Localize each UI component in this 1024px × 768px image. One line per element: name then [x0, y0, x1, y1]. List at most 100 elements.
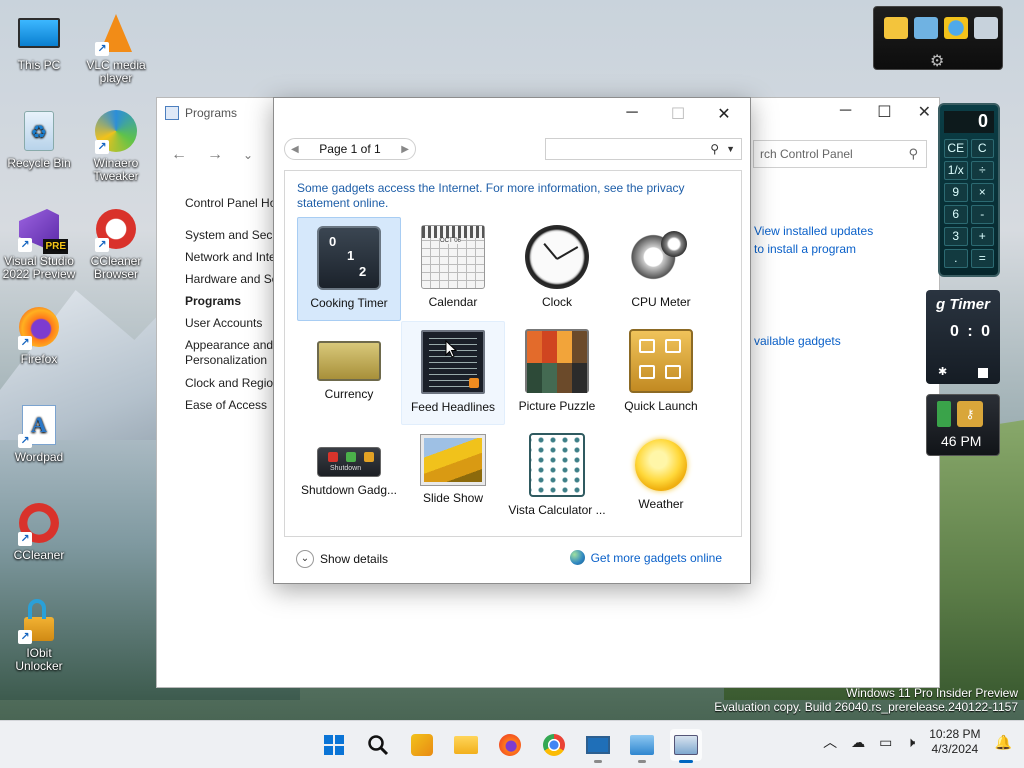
calc-key[interactable]: .: [944, 249, 968, 268]
calc-key[interactable]: -: [970, 205, 994, 224]
privacy-notice-link[interactable]: Some gadgets access the Internet. For mo…: [297, 181, 697, 211]
sidebar-item-ease-of-access[interactable]: Ease of Access: [185, 398, 281, 412]
calc-key[interactable]: 9: [944, 183, 968, 202]
gadget-label: Calendar: [428, 295, 478, 309]
green-key-icon[interactable]: [937, 401, 951, 427]
previous-page-button[interactable]: ◀: [291, 144, 299, 155]
calc-key[interactable]: 6: [944, 205, 968, 224]
taskbar-app-firefox[interactable]: [494, 729, 526, 761]
taskbar-app-gadgets[interactable]: [670, 729, 702, 763]
monitor-icon: [16, 10, 62, 56]
get-more-gadgets-link[interactable]: Get more gadgets online: [569, 550, 722, 565]
taskbar-app-file-explorer[interactable]: [450, 729, 482, 761]
calc-key[interactable]: =: [970, 249, 994, 268]
search-button[interactable]: [362, 729, 394, 761]
key-icon[interactable]: ⚷: [957, 401, 983, 427]
taskbar-app-preview[interactable]: [406, 729, 438, 761]
sidebar-item-clock-region[interactable]: Clock and Region: [185, 376, 281, 390]
sidebar-item-user-accounts[interactable]: User Accounts: [185, 316, 281, 330]
search-icon[interactable]: ⚲: [710, 142, 719, 156]
sidebar-item-hardware[interactable]: Hardware and So: [185, 272, 281, 286]
folder-icon[interactable]: [884, 17, 908, 39]
gadget-search-input[interactable]: ⚲ ▼: [545, 138, 742, 160]
desktop-icon-ccleaner-browser[interactable]: ↗ CCleaner Browser: [78, 206, 154, 281]
display-icon[interactable]: ▭: [879, 734, 892, 751]
gadget-tile-calendar[interactable]: OCT 06 Calendar: [401, 217, 505, 321]
gadget-tile-shutdown[interactable]: Shutdown Shutdown Gadg...: [297, 425, 401, 529]
calc-key[interactable]: C: [970, 139, 994, 158]
back-arrow-icon[interactable]: ←: [171, 146, 187, 164]
sidebar-item-appearance[interactable]: Appearance and Personalization: [185, 338, 281, 368]
gadget-tile-currency[interactable]: Currency: [297, 321, 401, 425]
volume-muted-icon[interactable]: 🕨: [906, 734, 915, 751]
show-details-toggle[interactable]: ⌄ Show details: [296, 550, 388, 568]
calc-key[interactable]: CE: [944, 139, 968, 158]
start-button[interactable]: [318, 729, 350, 761]
taskbar-clock[interactable]: 10:28 PM 4/3/2024: [929, 727, 980, 757]
stop-icon[interactable]: [978, 368, 988, 378]
calendar-icon: OCT 06: [421, 225, 485, 289]
desktop-icon-visual-studio[interactable]: PRE ↗ Visual Studio 2022 Preview: [1, 206, 77, 281]
notification-bell-icon[interactable]: 🔔: [995, 734, 1012, 751]
cooking-timer-gadget: g Timer 0 : 0 ✱: [926, 290, 1000, 384]
calculator-gadget: 0 CE C 1/x ÷ 9 × 6 - 3 + . =: [938, 103, 1000, 277]
gadget-tile-cooking-timer[interactable]: 0 1 2 Cooking Timer: [297, 217, 401, 321]
control-panel-icon[interactable]: [914, 17, 938, 39]
close-button[interactable]: ✕: [918, 102, 931, 122]
maximize-button: ☐: [670, 106, 686, 123]
taskbar-app-monitor[interactable]: [582, 729, 614, 763]
sidebar-item-home[interactable]: Control Panel Ho: [185, 196, 281, 210]
chevron-up-icon[interactable]: ︿: [823, 732, 837, 752]
gadget-tile-clock[interactable]: Clock: [505, 217, 609, 321]
gadget-tile-quick-launch[interactable]: Quick Launch: [609, 321, 713, 425]
desktop-icon-iobit-unlocker[interactable]: ↗ IObit Unlocker: [1, 598, 77, 673]
desktop-icon-recycle-bin[interactable]: ♻ Recycle Bin: [1, 108, 77, 170]
gadget-tile-slide-show[interactable]: Slide Show: [401, 425, 505, 529]
timer-settings-icon[interactable]: ✱: [938, 365, 947, 378]
timer-title: g Timer: [936, 296, 990, 313]
calc-key[interactable]: ÷: [970, 161, 994, 180]
calc-key[interactable]: ×: [970, 183, 994, 202]
desktop-icon-this-pc[interactable]: This PC: [1, 10, 77, 72]
desktop-icon-vlc[interactable]: ↗ VLC media player: [78, 10, 154, 85]
desktop-icon-winaero[interactable]: ↗ Winaero Tweaker: [78, 108, 154, 183]
minimize-button[interactable]: ─: [624, 104, 640, 124]
gadget-tile-weather[interactable]: Weather: [609, 425, 713, 529]
calc-key[interactable]: 3: [944, 227, 968, 246]
chevron-down-icon[interactable]: ⌄: [243, 146, 253, 164]
sidebar-item-programs[interactable]: Programs: [185, 294, 281, 308]
view-installed-updates-link[interactable]: View installed updates: [754, 224, 873, 238]
dropdown-arrow-icon[interactable]: ▼: [726, 144, 735, 154]
sidebar-item-system[interactable]: System and Secu: [185, 228, 281, 242]
taskbar-app-chrome[interactable]: [538, 729, 570, 761]
taskbar-app-control-panel[interactable]: [626, 729, 658, 763]
gadget-tile-vista-calculator[interactable]: Vista Calculator ...: [505, 425, 609, 529]
gadget-tile-feed-headlines[interactable]: Feed Headlines: [401, 321, 505, 425]
gadget-tile-picture-puzzle[interactable]: Picture Puzzle: [505, 321, 609, 425]
internet-explorer-icon[interactable]: [944, 17, 968, 39]
desktop-icon-wordpad[interactable]: A ↗ Wordpad: [1, 402, 77, 464]
desktop-icon-firefox[interactable]: ↗ Firefox: [1, 304, 77, 366]
gear-icon[interactable]: ⚙: [930, 51, 944, 71]
recycle-bin-icon[interactable]: [974, 17, 998, 39]
install-program-link[interactable]: to install a program: [754, 242, 856, 256]
forward-arrow-icon[interactable]: →: [207, 146, 223, 164]
ccleaner-browser-icon: ↗: [93, 206, 139, 252]
control-panel-search-input[interactable]: rch Control Panel ⚲: [753, 140, 927, 168]
close-button[interactable]: ✕: [716, 104, 732, 124]
calc-key[interactable]: +: [970, 227, 994, 246]
next-page-button[interactable]: ▶: [401, 144, 409, 155]
maximize-button[interactable]: ☐: [877, 102, 891, 122]
gadget-tile-cpu-meter[interactable]: CPU Meter: [609, 217, 713, 321]
desktop-icon-ccleaner[interactable]: ↗ CCleaner: [1, 500, 77, 562]
desktop-icon-label: Winaero Tweaker: [93, 156, 139, 183]
gadget-label: Cooking Timer: [310, 296, 388, 310]
calc-key[interactable]: 1/x: [944, 161, 968, 180]
available-gadgets-link[interactable]: vailable gadgets: [754, 334, 841, 348]
minimize-button[interactable]: ─: [840, 102, 851, 122]
shortcut-arrow-icon: ↗: [95, 238, 109, 252]
sidebar-item-network[interactable]: Network and Inte: [185, 250, 281, 264]
performance-monitor-icon: [586, 736, 610, 754]
network-off-icon[interactable]: ☁: [851, 734, 865, 751]
vista-calculator-icon: [529, 433, 585, 497]
